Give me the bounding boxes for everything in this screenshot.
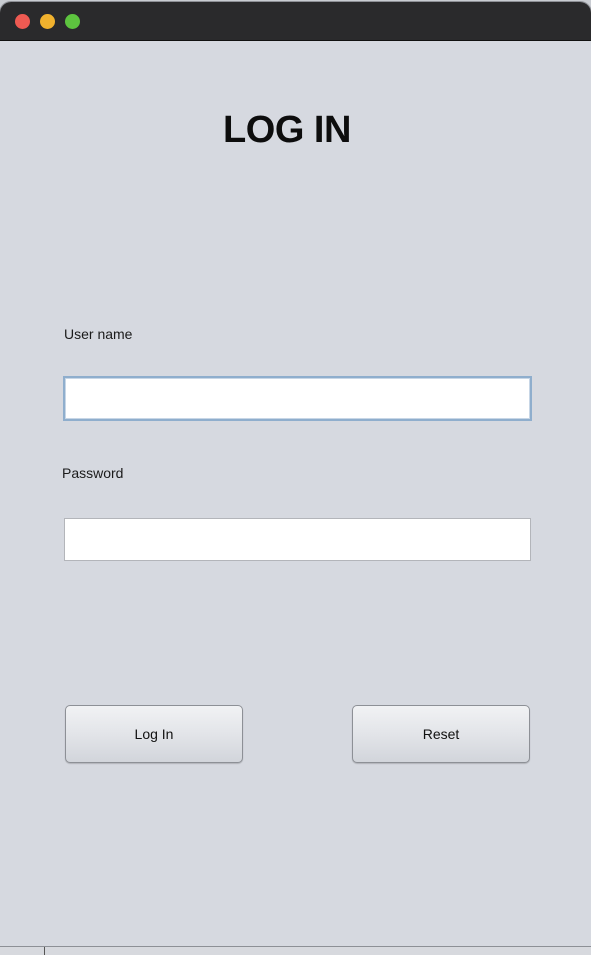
close-icon[interactable] (15, 14, 30, 29)
username-label: User name (64, 326, 133, 342)
login-button[interactable]: Log In (65, 705, 243, 763)
page-title: LOG IN (223, 109, 351, 151)
login-window: LOG IN User name Password Log In Reset (0, 2, 591, 946)
password-label: Password (62, 465, 124, 481)
reset-button[interactable]: Reset (352, 705, 530, 763)
password-input[interactable] (64, 518, 531, 561)
login-form: LOG IN User name Password Log In Reset (0, 41, 591, 946)
username-input[interactable] (63, 376, 532, 421)
minimize-icon[interactable] (40, 14, 55, 29)
window-titlebar[interactable] (0, 2, 591, 41)
zoom-icon[interactable] (65, 14, 80, 29)
